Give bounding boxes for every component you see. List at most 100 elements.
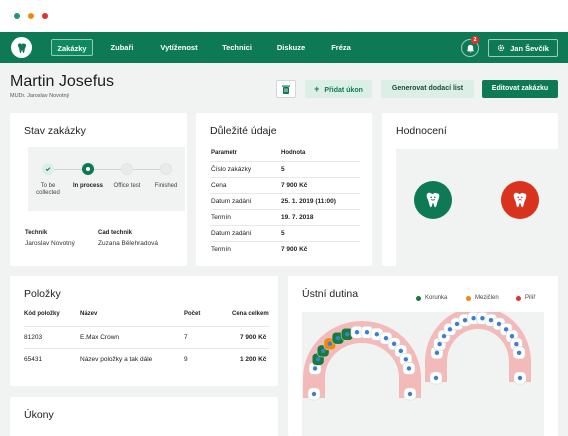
tooth-marker: [480, 316, 485, 321]
delete-button[interactable]: [276, 80, 296, 98]
items-table: Kód položky Název Počet Cena celkem 8120…: [24, 306, 270, 376]
bell-icon: [466, 44, 474, 53]
legend-item-crown: Korunka: [416, 295, 447, 301]
tooth-marker: [406, 366, 412, 371]
items-title: Položky: [24, 288, 61, 300]
rating-good-button[interactable]: [414, 181, 452, 219]
dental-chart-area: [302, 307, 544, 436]
order-status-card: Stav zakázky To be collected In process …: [10, 113, 187, 266]
param-name: Datum zadání: [211, 230, 252, 237]
rating-options: [396, 149, 558, 271]
nav-tab-technici[interactable]: Technici: [216, 39, 258, 56]
nav-tab-zubari[interactable]: Zubaři: [104, 39, 140, 56]
actions-card: Úkony: [10, 397, 278, 436]
tooth-logo-icon: [17, 42, 26, 53]
tooth-marker: [471, 316, 476, 321]
top-navigation: Zakázky Zubaři Vytíženost Technici Disku…: [0, 32, 568, 63]
plus-icon: +: [314, 84, 320, 94]
tooth-marker: [391, 341, 397, 347]
column-header: Kód položky: [24, 311, 60, 317]
param-name: Cena: [211, 182, 227, 189]
item-name: Název položky a tak dále: [80, 356, 153, 363]
item-count: 9: [184, 356, 188, 363]
actions-title: Úkony: [24, 409, 54, 421]
dental-chart[interactable]: [302, 307, 544, 436]
table-row: Cena 7 900 Kč: [210, 177, 360, 193]
param-name: Termín: [211, 214, 231, 221]
legend-label: Pilíř: [525, 295, 536, 301]
table-row[interactable]: 81203 E.Max Crown 7 7 900 Kč: [24, 326, 270, 348]
step-done-marker: [42, 163, 54, 175]
table-header-row: Parametr Hodnota: [210, 145, 360, 161]
order-status-title: Stav zakázky: [24, 125, 86, 137]
oral-cavity-card: Ústní dutina Korunka Mezičlen Pilíř: [288, 276, 558, 436]
tooth-marker: [437, 341, 442, 347]
item-total: 1 200 Kč: [240, 356, 267, 363]
column-header: Počet: [184, 311, 201, 317]
table-row: Termín 7 900 Kč: [210, 241, 360, 257]
tooth-marker: [320, 348, 326, 354]
rating-title: Hodnocení: [396, 125, 447, 137]
happy-tooth-icon: [426, 192, 440, 208]
technician-value: Jaroslav Novotný: [25, 240, 75, 247]
param-name: Datum zadání: [211, 198, 252, 205]
rating-bad-button[interactable]: [501, 181, 539, 219]
param-value: 5: [281, 166, 285, 173]
param-value: 7 900 Kč: [281, 182, 308, 189]
check-icon: [45, 167, 51, 172]
table-row: Datum zadání 5: [210, 225, 360, 241]
tooth-marker: [434, 350, 440, 356]
tooth-marker: [403, 357, 409, 362]
tooth-marker: [311, 391, 317, 397]
nav-tab-diskuze[interactable]: Diskuze: [270, 39, 312, 56]
add-action-label: Přidat úkon: [324, 87, 363, 94]
edit-order-button[interactable]: Editovat zakázku: [482, 80, 558, 98]
param-value: 25. 1. 2019 (11:00): [281, 198, 336, 205]
step-label: To be collected: [36, 183, 60, 196]
window-dot-green[interactable]: [14, 13, 20, 19]
crown-legend-dot: [416, 295, 421, 301]
tooth-marker: [383, 335, 389, 341]
nav-tab-freza[interactable]: Fréza: [323, 39, 359, 56]
tooth-marker: [517, 375, 523, 381]
nav-tab-zakazky[interactable]: Zakázky: [51, 39, 93, 56]
tooth-marker: [514, 341, 519, 347]
tooth-marker: [488, 317, 494, 323]
user-menu-button[interactable]: Jan Ševčík: [488, 39, 558, 57]
tooth-marker: [335, 335, 341, 341]
app-logo[interactable]: [11, 37, 32, 58]
item-total: 7 900 Kč: [240, 334, 267, 341]
tooth-marker: [344, 332, 350, 337]
window-dot-red[interactable]: [42, 13, 48, 19]
tooth-marker: [354, 330, 360, 335]
add-action-button[interactable]: + Přidat úkon: [305, 80, 372, 98]
status-tracker: To be collected In process Office test F…: [28, 147, 185, 211]
tooth-marker: [398, 348, 404, 354]
step-label-current: In process: [72, 183, 103, 189]
step-current-marker: [82, 163, 94, 175]
tooth-marker: [462, 317, 468, 323]
technician-label: Technik: [25, 230, 48, 236]
legend-item-bridge: Mezičlen: [466, 295, 499, 301]
column-header: Cena celkem: [232, 311, 269, 317]
step-todo-marker: [121, 163, 133, 175]
doctor-name: MUDr. Jaroslav Novotný: [10, 93, 70, 99]
step-label: Finished: [154, 183, 178, 189]
step-todo-marker: [160, 163, 172, 175]
item-code: 81203: [24, 334, 43, 341]
tooth-marker: [516, 350, 522, 356]
generate-delivery-note-button[interactable]: Generovat dodací list: [381, 80, 474, 98]
items-card: Položky Kód položky Název Počet Cena cel…: [10, 276, 278, 386]
tracker-line: [48, 169, 166, 170]
param-name: Číslo zakázky: [211, 166, 252, 173]
user-name: Jan Ševčík: [510, 43, 549, 53]
table-row[interactable]: 65431 Název položky a tak dále 9 1 200 K…: [24, 348, 270, 370]
window-dot-orange[interactable]: [28, 13, 34, 19]
table-row: Termín 19. 7. 2018: [210, 209, 360, 225]
tooth-marker: [454, 321, 460, 327]
nav-tab-vytizenost[interactable]: Vytíženost: [152, 39, 206, 56]
rating-card: Hodnocení: [382, 113, 558, 271]
item-code: 65431: [24, 356, 43, 363]
tooth-marker: [312, 366, 318, 371]
tooth-marker: [315, 357, 321, 362]
